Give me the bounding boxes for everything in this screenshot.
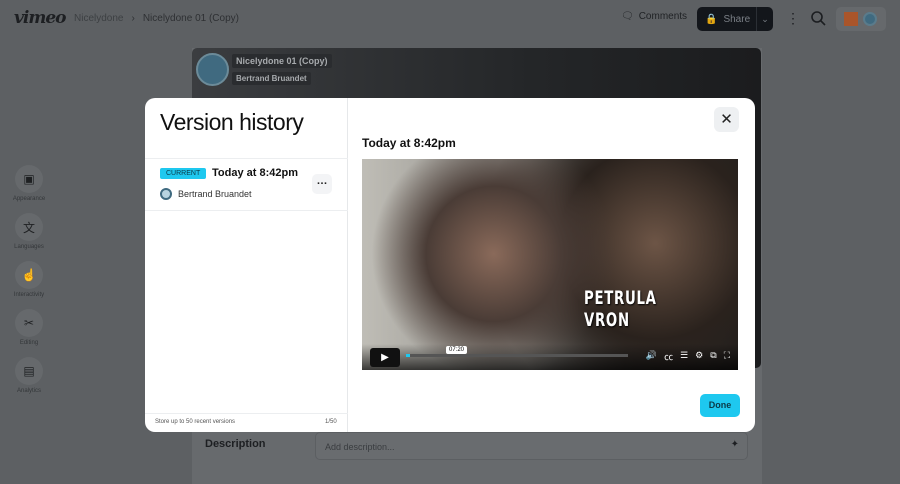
pip-icon[interactable]: ⧉ [710, 350, 716, 363]
done-button[interactable]: Done [700, 394, 740, 417]
version-history-dialog: Version history CURRENT Today at 8:42pm … [145, 98, 755, 432]
progress-fill [406, 354, 411, 357]
sidebar-item-editing[interactable]: ✂ Editing [0, 309, 58, 357]
search-icon[interactable] [810, 10, 826, 26]
close-button[interactable]: ✕ [714, 107, 739, 132]
owner-avatar [196, 53, 229, 86]
preview-title: Today at 8:42pm [362, 136, 456, 150]
play-square-icon: ▣ [15, 165, 43, 193]
team-avatars[interactable] [836, 7, 886, 31]
video-overlay-text: PETRULA VRON [584, 287, 657, 331]
sidebar-item-label: Interactivity [13, 292, 45, 298]
divider [145, 413, 348, 414]
more-vertical-icon[interactable]: ⋮ [786, 10, 800, 27]
settings-icon[interactable]: ⚙ [695, 350, 703, 363]
fullscreen-icon[interactable]: ⛶ [724, 350, 730, 363]
sidebar-item-appearance[interactable]: ▣ Appearance [0, 165, 58, 213]
description-placeholder: Add description... [325, 442, 395, 452]
time-tooltip: 07:20 [446, 346, 468, 354]
chevron-down-icon[interactable]: ⌄ [757, 14, 773, 25]
sidebar-item-languages[interactable]: 文 Languages [0, 213, 58, 261]
comment-icon: 🗨 [621, 11, 634, 22]
breadcrumb: Nicelydone › Nicelydone 01 (Copy) [74, 13, 239, 24]
lock-icon: 🔒 [705, 13, 718, 25]
share-button[interactable]: 🔒 Share ⌄ [697, 7, 773, 31]
sidebar-item-interactivity[interactable]: ☝ Interactivity [0, 261, 58, 309]
tap-icon: ☝ [15, 261, 43, 289]
chevron-right-icon: › [131, 13, 135, 24]
player-controls: ▶ 07:20 🔊 ㏄ ☰ ⚙ ⧉ ⛶ [362, 344, 738, 370]
divider [145, 210, 348, 211]
translate-icon: 文 [15, 213, 43, 241]
sidebar-item-label: Appearance [12, 196, 46, 202]
breadcrumb-folder[interactable]: Nicelydone [74, 13, 123, 24]
share-label: Share [723, 13, 751, 25]
team-avatar [844, 12, 858, 26]
version-author: Bertrand Bruandet [178, 189, 252, 199]
storage-note: Store up to 50 recent versions [155, 419, 236, 425]
sparkle-icon[interactable]: ✦ [731, 439, 739, 450]
avatar [160, 188, 172, 200]
scissors-icon: ✂ [15, 309, 43, 337]
breadcrumb-current: Nicelydone 01 (Copy) [142, 13, 239, 24]
video-author: Bertrand Bruandet [232, 72, 311, 85]
vimeo-logo[interactable]: vimeo [14, 8, 66, 28]
current-badge: CURRENT [160, 168, 207, 179]
more-options-button[interactable]: … [312, 174, 332, 194]
sidebar-item-label: Editing [19, 340, 39, 346]
user-avatar [863, 12, 877, 26]
version-time: Today at 8:42pm [212, 167, 298, 179]
play-icon: ▶ [381, 352, 389, 363]
divider [145, 158, 348, 159]
comments-button[interactable]: 🗨 Comments [621, 11, 687, 22]
comments-label: Comments [638, 11, 688, 22]
top-bar: vimeo Nicelydone › Nicelydone 01 (Copy) … [0, 0, 900, 38]
video-title: Nicelydone 01 (Copy) [232, 54, 332, 68]
description-input[interactable]: Add description... ✦ [315, 432, 748, 460]
captions-icon[interactable]: ㏄ [664, 350, 673, 363]
dialog-title: Version history [160, 109, 304, 135]
version-list-panel: Version history CURRENT Today at 8:42pm … [145, 98, 348, 432]
chart-icon: ▤ [15, 357, 43, 385]
play-button[interactable]: ▶ [370, 348, 400, 367]
preview-video-player[interactable]: PETRULA VRON ▶ 07:20 🔊 ㏄ ☰ ⚙ ⧉ ⛶ [362, 159, 738, 370]
volume-icon[interactable]: 🔊 [646, 350, 657, 363]
transcript-icon[interactable]: ☰ [680, 350, 688, 363]
sidebar: ▣ Appearance 文 Languages ☝ Interactivity ✂ E… [0, 165, 58, 405]
sidebar-item-analytics[interactable]: ▤ Analytics [0, 357, 58, 405]
sidebar-item-label: Languages [14, 244, 44, 250]
description-label: Description [205, 438, 266, 450]
version-count: 1/50 [325, 419, 337, 425]
sidebar-item-label: Analytics [16, 388, 41, 394]
progress-bar[interactable]: 07:20 [406, 346, 628, 357]
close-icon: ✕ [720, 111, 733, 128]
